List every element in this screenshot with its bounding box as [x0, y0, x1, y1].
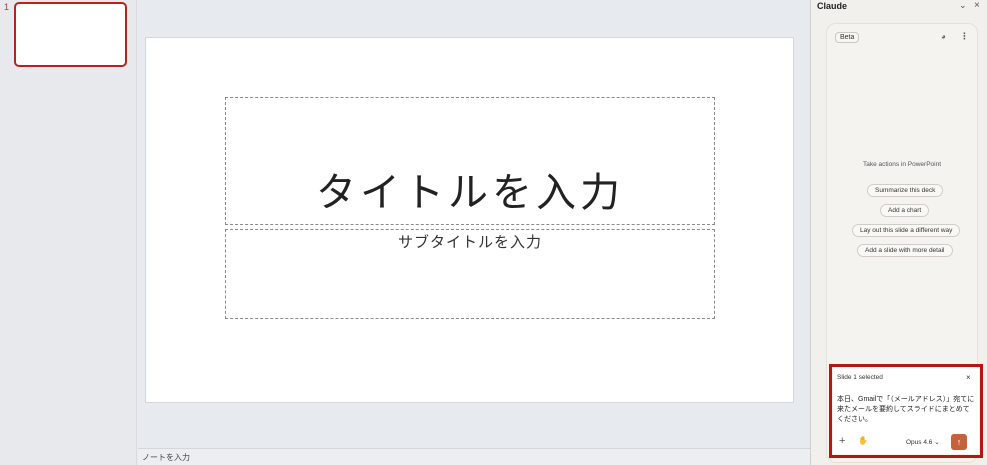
suggestion-summarize-deck[interactable]: Summarize this deck [867, 184, 944, 197]
chat-input-area[interactable]: Slide 1 selected × 本日、Gmailで「（メールアドレス）」宛… [833, 368, 979, 454]
subtitle-placeholder[interactable]: サブタイトルを入力 [225, 229, 715, 319]
slide-thumbnail-1[interactable] [14, 2, 127, 67]
hand-icon[interactable]: ✋ [858, 436, 868, 445]
suggestion-layout-slide[interactable]: Lay out this slide a different way [852, 224, 961, 237]
history-icon[interactable]: ◕ [941, 32, 946, 41]
pane-title: Claude [817, 1, 848, 11]
title-placeholder-text: タイトルを入力 [316, 170, 624, 216]
slide-editor: タイトルを入力 サブタイトルを入力 [138, 0, 810, 448]
suggestion-add-chart[interactable]: Add a chart [880, 204, 930, 217]
arrow-up-icon: ↑ [956, 437, 962, 447]
slide-canvas: タイトルを入力 サブタイトルを入力 [145, 37, 794, 403]
actions-heading: Take actions in PowerPoint [862, 161, 942, 168]
add-attachment-icon[interactable]: + [839, 435, 845, 447]
suggestion-add-slide[interactable]: Add a slide with more detail [857, 244, 953, 257]
selection-label: Slide 1 selected [837, 374, 883, 381]
send-button[interactable]: ↑ [951, 434, 967, 450]
model-selector[interactable]: Opus 4.6 ⌄ [906, 438, 940, 446]
more-options-icon[interactable]: ⋮ [960, 31, 969, 42]
model-name: Opus 4.6 [906, 439, 933, 446]
slide-thumbnail-pane: 1 [0, 0, 137, 465]
slide-number: 1 [4, 2, 10, 12]
title-placeholder[interactable]: タイトルを入力 [225, 97, 715, 225]
claude-pane: Claude ⌄ × Beta ◕ ⋮ Take actions in Powe… [810, 0, 987, 465]
clear-selection-icon[interactable]: × [966, 373, 971, 382]
subtitle-placeholder-text: サブタイトルを入力 [397, 233, 542, 251]
notes-placeholder: ノートを入力 [142, 453, 190, 462]
notes-pane[interactable]: ノートを入力 [138, 448, 810, 465]
chevron-down-icon[interactable]: ⌄ [959, 0, 967, 11]
close-icon[interactable]: × [974, 0, 980, 11]
chat-message-input[interactable]: 本日、Gmailで「（メールアドレス）」宛てに来たメールを要約してスライドにまと… [837, 395, 975, 425]
beta-badge: Beta [835, 32, 860, 43]
